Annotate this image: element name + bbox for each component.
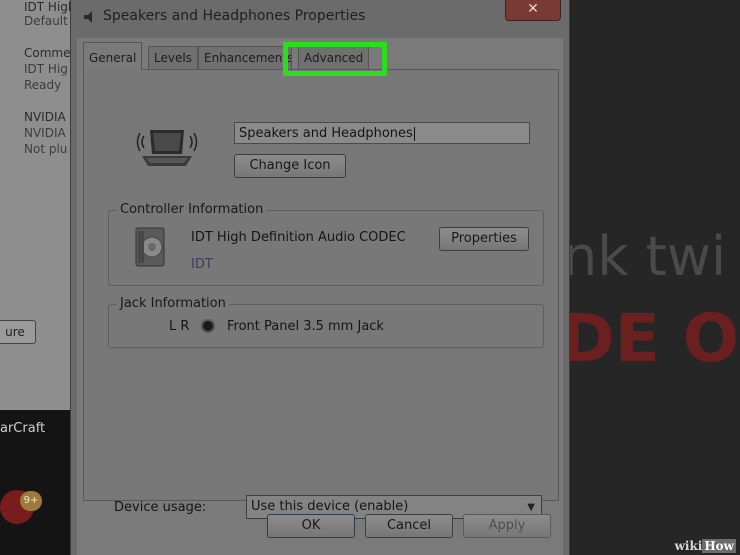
bg-item-line: Comme: [24, 46, 71, 60]
general-tab-panel: Speakers and Headphones Change Icon Cont…: [83, 69, 559, 519]
bg-item-line: IDT Hig: [24, 62, 68, 76]
speaker-icon: [84, 11, 92, 23]
audio-codec-icon: [135, 227, 165, 267]
background-headline: DE O: [560, 300, 739, 377]
close-button[interactable]: ✕: [505, 0, 561, 21]
watermark-wiki: wiki: [674, 539, 703, 553]
bg-item-line: Default: [24, 14, 68, 28]
watermark-how: How: [702, 539, 736, 553]
dialog-content: General Levels Enhancements Advanced Spe…: [77, 38, 563, 555]
jack-description: Front Panel 3.5 mm Jack: [227, 319, 384, 334]
bg-item-line: Ready: [24, 78, 62, 92]
jack-channels: L R: [169, 319, 190, 334]
bg-item-line: IDT High: [24, 0, 76, 14]
dialog-title: Speakers and Headphones Properties: [103, 8, 366, 24]
controller-vendor-link[interactable]: IDT: [191, 257, 213, 272]
speakers-properties-dialog: Speakers and Headphones Properties ✕ Gen…: [70, 0, 570, 555]
bg-item-line: NVIDIA: [24, 126, 66, 140]
properties-button[interactable]: Properties: [439, 227, 529, 251]
advanced-tab-highlight: [283, 42, 387, 76]
wikihow-watermark: wiki How: [675, 539, 736, 553]
controller-information-group: Controller Information IDT High Definiti…: [108, 202, 544, 286]
starcraft-label: arCraft: [0, 421, 46, 436]
change-icon-button[interactable]: Change Icon: [234, 154, 346, 178]
notification-badge: 9+: [20, 491, 42, 511]
jack-port-icon: [201, 319, 215, 333]
text-caret: [413, 126, 415, 141]
jack-group-label: Jack Information: [117, 296, 229, 311]
background-text: nk twi: [563, 225, 727, 288]
device-usage-label: Device usage:: [114, 500, 207, 515]
device-usage-value: Use this device (enable): [251, 499, 409, 514]
apply-button[interactable]: Apply: [463, 514, 551, 538]
device-name-value: Speakers and Headphones: [239, 126, 413, 141]
bg-item-line: NVIDIA: [24, 110, 66, 124]
configure-button[interactable]: ure: [0, 320, 36, 344]
tab-enhancements[interactable]: Enhancements: [198, 46, 292, 69]
jack-information-group: Jack Information L R Front Panel 3.5 mm …: [108, 296, 544, 348]
controller-group-label: Controller Information: [117, 202, 267, 217]
device-name-input[interactable]: Speakers and Headphones: [234, 122, 530, 144]
tab-general[interactable]: General: [83, 42, 143, 70]
bg-item-line: Not plu: [24, 142, 68, 156]
speakers-headphones-icon: [136, 130, 198, 166]
title-bar[interactable]: Speakers and Headphones Properties ✕: [71, 0, 569, 38]
tab-levels[interactable]: Levels: [148, 46, 198, 69]
cancel-button[interactable]: Cancel: [365, 514, 453, 538]
controller-name: IDT High Definition Audio CODEC: [191, 230, 406, 245]
ok-button[interactable]: OK: [267, 514, 355, 538]
